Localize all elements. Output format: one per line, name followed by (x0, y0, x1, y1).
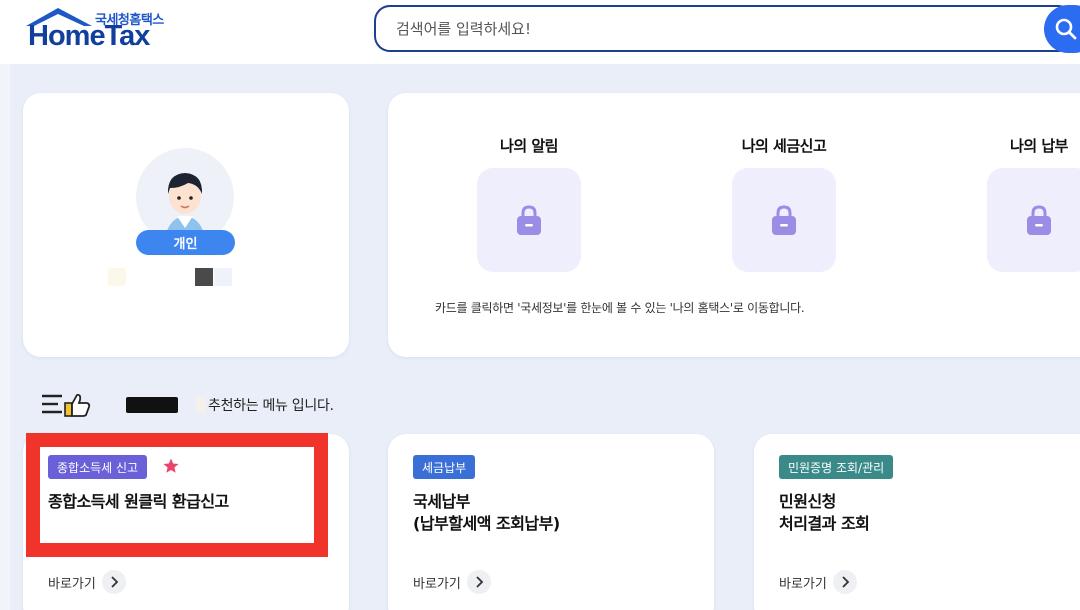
chevron-right-icon (466, 570, 491, 594)
redacted-name (126, 397, 178, 413)
search-icon (1055, 18, 1077, 40)
menu-card-civil-petition[interactable]: 민원증명 조회/관리 민원신청 처리결과 조회 바로가기 (754, 434, 1080, 610)
chevron-right-icon (101, 570, 126, 594)
search-placeholder: 검색어를 입력하세요! (396, 20, 531, 38)
my-item-title: 나의 납부 (1010, 137, 1068, 155)
my-item-box[interactable] (477, 168, 581, 272)
redacted-name-part (196, 397, 206, 413)
redacted-name-part (195, 268, 213, 286)
highlight-annotation-box (26, 433, 328, 557)
recommend-header: 추천하는 메뉴 입니다. (40, 390, 334, 420)
my-item-title: 나의 알림 (500, 137, 558, 155)
lock-icon (772, 205, 796, 235)
category-tag: 세금납부 (413, 455, 476, 479)
my-item-title: 나의 세금신고 (741, 137, 827, 155)
goto-label: 바로가기 (48, 576, 96, 592)
menu-card-tax-payment[interactable]: 세금납부 국세납부 (납부할세액 조회납부) 바로가기 (388, 434, 714, 610)
category-tag: 민원증명 조회/관리 (779, 455, 894, 479)
my-item-box[interactable] (987, 168, 1080, 272)
my-hometax-card[interactable]: 나의 알림 나의 세금신고 나의 납부 카드를 클릭하면 '국세정보'를 한눈에… (388, 93, 1080, 357)
chevron-right-icon (832, 570, 857, 594)
left-edge (0, 64, 10, 610)
header: 국세청홈택스 HomeTax 검색어를 입력하세요! (0, 0, 1080, 64)
search-input[interactable]: 검색어를 입력하세요! (374, 5, 1074, 52)
goto-link[interactable]: 바로가기 (413, 570, 491, 594)
redacted-name-part (108, 268, 126, 286)
my-item-box[interactable] (732, 168, 836, 272)
lock-icon (1027, 205, 1051, 235)
menu-title: 민원신청 처리결과 조회 (779, 492, 870, 533)
goto-label: 바로가기 (413, 576, 461, 592)
user-type-badge: 개인 (136, 230, 235, 255)
profile-card[interactable]: 개인 (23, 93, 349, 357)
redacted-name-part (214, 268, 232, 286)
menu-thumbs-up-icon (42, 393, 91, 417)
goto-link[interactable]: 바로가기 (48, 570, 126, 594)
recommend-title: 추천하는 메뉴 입니다. (208, 398, 334, 414)
hometax-logo[interactable]: 국세청홈택스 HomeTax (22, 6, 172, 56)
lock-icon (517, 205, 541, 235)
goto-label: 바로가기 (779, 576, 827, 592)
menu-title: 국세납부 (납부할세액 조회납부) (413, 492, 560, 533)
goto-link[interactable]: 바로가기 (779, 570, 857, 594)
logo-title: HomeTax (28, 20, 150, 52)
my-hometax-note: 카드를 클릭하면 '국세정보'를 한눈에 볼 수 있는 '나의 홈택스'로 이동… (435, 301, 805, 315)
